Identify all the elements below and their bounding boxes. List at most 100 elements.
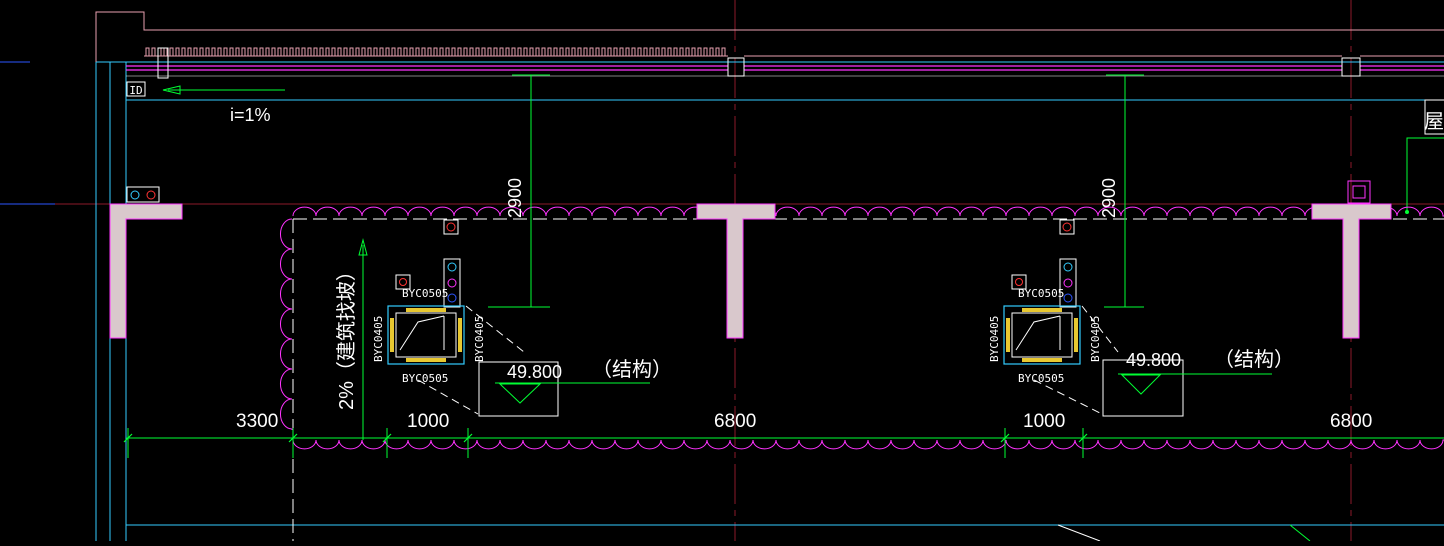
comb-tooth	[475, 47, 480, 57]
comb-tooth	[535, 47, 540, 57]
leader-dash	[1033, 379, 1103, 415]
comb-tooth	[241, 47, 246, 57]
comb-tooth	[685, 47, 690, 57]
side-marker-text: 屋	[1424, 109, 1444, 133]
comb-tooth	[187, 47, 192, 57]
comb-tooth	[361, 47, 366, 57]
side-marker: 屋	[1405, 99, 1444, 214]
comb-tooth	[313, 47, 318, 57]
comb-tooth	[559, 47, 564, 57]
marker-circle	[447, 293, 457, 303]
comb-tooth	[373, 47, 378, 57]
comb-tooth	[505, 47, 510, 57]
comb-tooth	[643, 47, 648, 57]
duct-label-right: BYC0405	[1089, 316, 1102, 362]
cad-canvas[interactable]: ID i=1% 屋 2%（建筑找坡） 2900 BYC0505 BYC0505 …	[0, 0, 1444, 542]
comb-tooth	[397, 47, 402, 57]
comb-tooth	[703, 47, 708, 57]
comb-tooth	[289, 47, 294, 57]
comb-tooth	[619, 47, 624, 57]
elevation-triangle	[498, 383, 542, 404]
comb-tooth	[613, 47, 618, 57]
slope-note: 2%（建筑找坡）	[335, 238, 368, 440]
cloud-top	[292, 206, 1444, 217]
comb-tooth	[673, 47, 678, 57]
comb-tooth	[523, 47, 528, 57]
roof-slab-lines	[126, 65, 1444, 77]
slab-edge	[292, 218, 1444, 541]
comb-tooth	[463, 47, 468, 57]
comb-tooth	[391, 47, 396, 57]
comb-tooth	[145, 47, 150, 57]
comb-tooth	[181, 47, 186, 57]
comb-tooth	[151, 47, 156, 57]
duct-label-top: BYC0505	[1018, 287, 1064, 300]
comb-tooth	[271, 47, 276, 57]
comb-tooth	[667, 47, 672, 57]
comb-tooth	[415, 47, 420, 57]
elevation-note: （结构）	[592, 358, 672, 381]
comb-tooth	[223, 47, 228, 57]
comb-tooth	[655, 47, 660, 57]
device-box	[443, 219, 459, 235]
vertical-note: 2%（建筑找坡）	[335, 261, 358, 410]
comb-tooth	[235, 47, 240, 57]
comb-tooth	[211, 47, 216, 57]
comb-tooth	[511, 47, 516, 57]
equipment-unit-2: 2900 BYC0505 BYC0505 BYC0405 BYC0405 49.…	[988, 74, 1294, 417]
comb-tooth	[325, 47, 330, 57]
duct-flange	[406, 358, 446, 362]
comb-tooth	[709, 47, 714, 57]
duct-flange	[1006, 318, 1010, 352]
device-box	[126, 186, 160, 203]
cloud-bottom	[292, 439, 1444, 450]
slope-label: i=1%	[230, 105, 271, 125]
comb-tooth	[565, 47, 570, 57]
comb-tooth	[625, 47, 630, 57]
comb-tooth	[337, 47, 342, 57]
comb-tooth	[457, 47, 462, 57]
dim-span-2: 6800	[1330, 411, 1372, 432]
marker-circle	[447, 262, 457, 272]
cad-drawing-viewport[interactable]: ID i=1% 屋 2%（建筑找坡） 2900 BYC0505 BYC0505 …	[0, 0, 1444, 542]
duct-fitting	[399, 315, 445, 351]
comb-tooth	[661, 47, 666, 57]
duct-flange	[390, 318, 394, 352]
parapet	[95, 11, 1444, 62]
leader-dot	[1405, 210, 1409, 214]
duct-flange	[458, 318, 462, 352]
comb-tooth	[715, 47, 720, 57]
comb-tooth	[721, 47, 726, 57]
device-circle	[130, 190, 140, 200]
comb-tooth	[595, 47, 600, 57]
revision-cloud	[280, 206, 1444, 450]
marker-circle	[1063, 293, 1073, 303]
duct-flange	[1022, 308, 1062, 312]
comb-tooth	[277, 47, 282, 57]
comb-tooth	[517, 47, 522, 57]
elevation-note: （结构）	[1214, 348, 1294, 371]
comb-tooth	[631, 47, 636, 57]
comb-tooth	[583, 47, 588, 57]
comb-tooth	[637, 47, 642, 57]
comb-tooth	[589, 47, 594, 57]
comb-tooth	[529, 47, 534, 57]
marker-circle	[1063, 278, 1073, 288]
comb-tooth	[691, 47, 696, 57]
misc-line	[1057, 524, 1101, 542]
dim-span-1: 6800	[714, 411, 756, 432]
comb-tooth	[331, 47, 336, 57]
comb-tooth	[199, 47, 204, 57]
elevation-text: 49.800	[1126, 350, 1181, 370]
comb-tooth	[553, 47, 558, 57]
drainage-comb	[145, 47, 726, 57]
comb-tooth	[679, 47, 684, 57]
comb-tooth	[379, 47, 384, 57]
comb-tooth	[649, 47, 654, 57]
comb-tooth	[205, 47, 210, 57]
misc-line	[1289, 524, 1311, 542]
comb-tooth	[541, 47, 546, 57]
comb-tooth	[439, 47, 444, 57]
dim-unit-width-2: 1000	[1023, 411, 1065, 432]
comb-tooth	[307, 47, 312, 57]
